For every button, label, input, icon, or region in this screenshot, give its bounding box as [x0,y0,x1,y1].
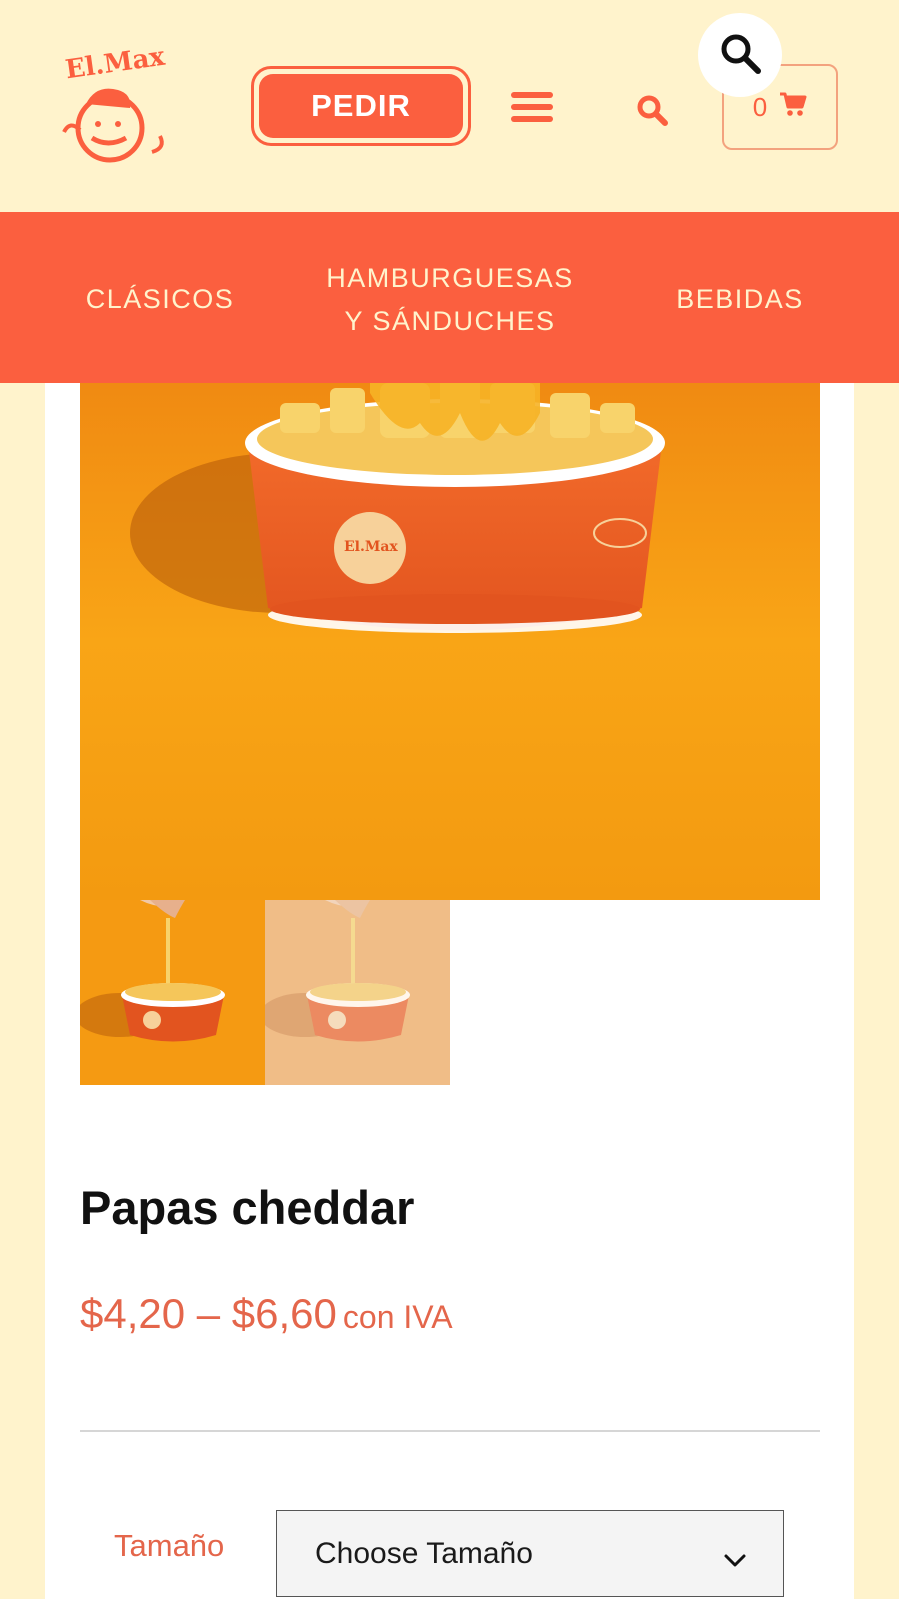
category-bebidas[interactable]: BEBIDAS [650,278,830,321]
svg-text:El.Max: El.Max [344,539,398,555]
divider [80,1430,820,1432]
search-icon [718,31,762,80]
price-range: $4,20 – $6,60 [80,1290,337,1337]
floating-search-button[interactable] [698,13,782,97]
cart-count: 0 [752,91,768,122]
product-thumbnail-1[interactable] [80,900,265,1085]
size-select[interactable]: Choose Tamaño [276,1510,784,1597]
price-tax-suffix: con IVA [342,1299,453,1335]
category-label-line2: Y SÁNDUCHES [344,306,556,336]
product-thumbnail-2[interactable] [265,900,450,1085]
category-label-line1: HAMBURGUESAS [326,263,574,293]
category-nav: CLÁSICOS HAMBURGUESAS Y SÁNDUCHES BEBIDA… [0,212,899,383]
search-icon[interactable] [636,94,668,126]
site-header: El.Max PEDIR 0 [0,0,899,212]
product-main-image[interactable]: El.Max [80,383,820,900]
cart-icon [779,91,807,124]
el-max-logo[interactable]: El.Max [52,40,187,175]
product-price: $4,20 – $6,60 con IVA [80,1290,453,1338]
order-button-frame: PEDIR [251,66,471,146]
category-clasicos[interactable]: CLÁSICOS [60,278,260,321]
category-hamburguesas-sanduches[interactable]: HAMBURGUESAS Y SÁNDUCHES [300,257,600,343]
hamburger-menu-icon[interactable] [511,92,553,122]
chevron-down-icon [723,1544,747,1567]
size-select-value: Choose Tamaño [315,1536,533,1570]
svg-text:El.Max: El.Max [64,42,168,86]
variation-label: Tamaño [114,1528,225,1563]
order-button[interactable]: PEDIR [259,74,463,138]
product-title: Papas cheddar [80,1181,415,1234]
